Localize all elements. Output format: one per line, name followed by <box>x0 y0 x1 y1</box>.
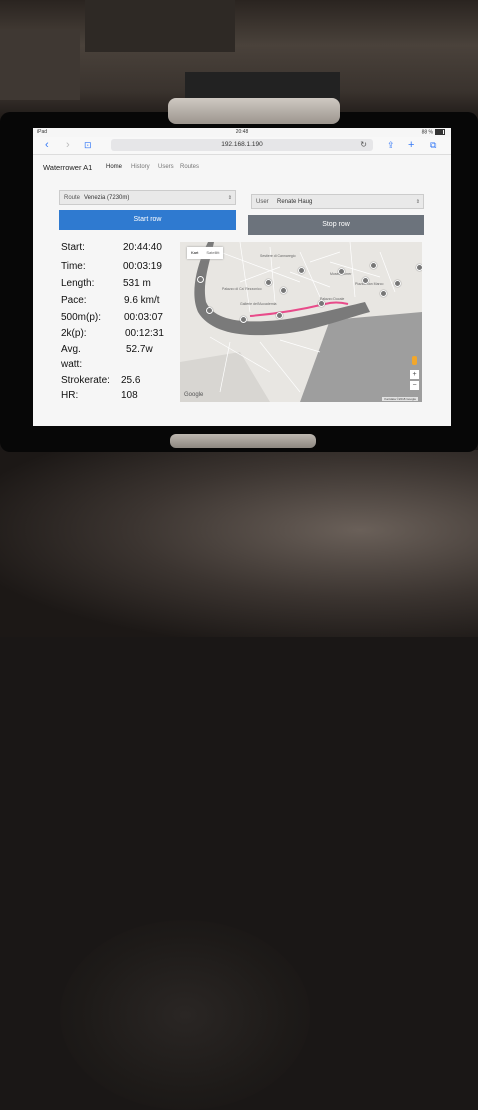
chevron-down-icon: ⇕ <box>415 199 420 205</box>
map-pin-icon[interactable] <box>298 267 305 274</box>
rower-shadow <box>60 920 310 1110</box>
route-map[interactable]: Kart Satellitt Sestiere di Cannaregio Pal… <box>180 242 422 402</box>
stat-value: 52.7w <box>126 344 153 355</box>
tablet-screen: iPad 20:48 88 % ‹ › ⊡ 192.168.1.190 ↻ ⇪ … <box>33 128 451 426</box>
user-select-label: User <box>256 199 269 205</box>
map-attribution: Kartdata ©2018 Google <box>382 397 418 401</box>
battery-percent: 88 % <box>421 129 433 136</box>
map-pin-icon[interactable] <box>338 268 345 275</box>
map-type-satellite[interactable]: Satellitt <box>202 247 223 259</box>
stat-label: Strokerate: <box>61 375 110 386</box>
stat-value: 00:03:19 <box>123 261 162 272</box>
map-pin-icon[interactable] <box>370 262 377 269</box>
map-pin-icon[interactable] <box>362 277 369 284</box>
tabs-icon[interactable]: ⧉ <box>430 138 436 152</box>
stat-label: 500m(p): <box>61 312 102 323</box>
map-pin-icon[interactable] <box>416 264 422 271</box>
stat-value: 9.6 km/t <box>124 295 160 306</box>
stat-label: Length: <box>61 278 95 289</box>
map-pin-icon[interactable] <box>265 279 272 286</box>
user-select[interactable]: User Renate Haug ⇕ <box>251 194 424 209</box>
status-bar: iPad 20:48 88 % <box>33 128 451 137</box>
zoom-out-button[interactable]: − <box>410 381 419 390</box>
bookmarks-icon[interactable]: ⊡ <box>84 138 92 152</box>
stat-value: 531 m <box>123 278 151 289</box>
address-bar[interactable]: 192.168.1.190 ↻ <box>111 139 373 151</box>
stat-label: Pace: <box>61 295 87 306</box>
map-place-label: Sestiere di Cannaregio <box>260 254 296 258</box>
google-logo: Google <box>184 392 204 398</box>
map-pin-icon[interactable] <box>240 316 247 323</box>
map-canvas <box>180 242 422 402</box>
map-type-map[interactable]: Kart <box>187 247 202 259</box>
street-view-icon[interactable] <box>412 356 417 365</box>
map-pin-icon[interactable] <box>197 276 204 283</box>
back-icon[interactable]: ‹ <box>45 138 49 152</box>
app-navbar: Waterrower A1 Home History Users Routes <box>33 155 451 177</box>
browser-toolbar: ‹ › ⊡ 192.168.1.190 ↻ ⇪ + ⧉ <box>33 137 451 155</box>
tablet-mount-bottom <box>170 434 316 448</box>
wall-shadow <box>0 30 80 100</box>
stat-label: Start: <box>61 242 85 253</box>
nav-users[interactable]: Users <box>158 164 174 170</box>
map-pin-icon[interactable] <box>380 290 387 297</box>
route-select-value: Venezia (7230m) <box>84 195 130 201</box>
new-tab-icon[interactable]: + <box>408 138 414 152</box>
map-pin-icon[interactable] <box>318 300 325 307</box>
zoom-in-button[interactable]: + <box>410 370 419 379</box>
chevron-down-icon: ⇕ <box>227 195 232 201</box>
app-brand[interactable]: Waterrower A1 <box>43 163 92 172</box>
map-pin-icon[interactable] <box>280 287 287 294</box>
map-place-label: Gallerie dell'Accademia <box>240 302 277 306</box>
share-icon[interactable]: ⇪ <box>387 138 395 152</box>
stat-label: Avg. <box>61 344 81 355</box>
stat-label: Time: <box>61 261 86 272</box>
map-place-label: Palazzo di Ca' Rezzonico <box>222 287 262 291</box>
status-time: 20:48 <box>235 129 249 135</box>
map-pin-icon[interactable] <box>276 312 283 319</box>
forward-icon[interactable]: › <box>66 138 70 152</box>
stat-value: 00:12:31 <box>125 328 164 339</box>
stat-label: 2k(p): <box>61 328 87 339</box>
stat-value: 20:44:40 <box>123 242 162 253</box>
route-select[interactable]: Route Venezia (7230m) ⇕ <box>59 190 236 205</box>
stop-row-button[interactable]: Stop row <box>248 215 424 235</box>
tablet-mount-top <box>168 98 340 124</box>
map-pin-icon[interactable] <box>206 307 213 314</box>
stat-value: 25.6 <box>121 375 141 386</box>
map-place-label: Piazza San Marco <box>355 282 384 286</box>
battery-indicator: 88 % <box>422 129 445 135</box>
stat-label: watt: <box>61 359 83 370</box>
stat-value: 108 <box>121 390 138 401</box>
nav-home[interactable]: Home <box>106 164 122 170</box>
reload-icon[interactable]: ↻ <box>360 139 367 151</box>
stat-label: HR: <box>61 390 79 401</box>
background-floor <box>0 450 478 1110</box>
map-type-switch[interactable]: Kart Satellitt <box>187 247 224 259</box>
url-text: 192.168.1.190 <box>221 141 263 148</box>
user-select-value: Renate Haug <box>277 199 313 205</box>
nav-routes[interactable]: Routes <box>180 164 199 170</box>
start-row-button[interactable]: Start row <box>59 210 236 230</box>
nav-history[interactable]: History <box>131 164 150 170</box>
dark-panel <box>85 0 235 52</box>
route-select-label: Route <box>64 195 81 201</box>
battery-icon <box>435 129 445 135</box>
map-pin-icon[interactable] <box>394 280 401 287</box>
stat-value: 00:03:07 <box>124 312 163 323</box>
